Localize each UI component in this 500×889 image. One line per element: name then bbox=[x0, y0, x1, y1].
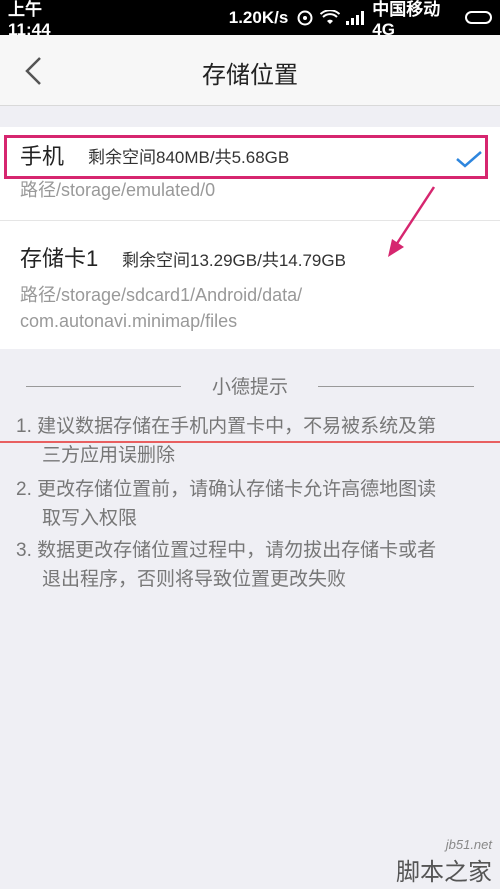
tips-header: 小德提示 bbox=[0, 372, 500, 400]
check-icon bbox=[456, 151, 482, 168]
storage-name: 存储卡1 bbox=[20, 246, 99, 271]
storage-space: 剩余空间13.29GB/共14.79GB bbox=[122, 251, 346, 270]
status-carrier: 中国移动 4G bbox=[372, 0, 441, 39]
status-right: 1.20K/s 中国移动 4G bbox=[229, 0, 492, 40]
status-network-speed: 1.20K/s bbox=[228, 7, 289, 27]
watermark-text: 脚本之家 bbox=[396, 859, 492, 886]
status-time: 上午11:44 bbox=[8, 0, 51, 39]
tip-line: 三方应用误删除 bbox=[42, 445, 176, 466]
tip-line: 取写入权限 bbox=[42, 508, 138, 529]
tip-item-2: 2. 更改存储位置前，请确认存储卡允许高德地图读 取写入权限 bbox=[16, 475, 486, 533]
sync-icon bbox=[297, 10, 313, 25]
divider-right bbox=[318, 386, 474, 387]
watermark-site: jb51.net bbox=[445, 837, 492, 852]
wifi-icon bbox=[320, 9, 341, 24]
watermark: jb51.net 脚本之家 bbox=[396, 837, 492, 887]
tip-line: 1. 建议数据存储在手机内置卡中，不易被系统及第 bbox=[16, 416, 437, 437]
storage-path-line1: 路径/storage/sdcard1/Android/data/ bbox=[20, 285, 303, 305]
annotation-underline bbox=[0, 441, 500, 443]
status-icons bbox=[296, 9, 365, 27]
tip-item-3: 3. 数据更改存储位置过程中，请勿拔出存储卡或者 退出程序，否则将导致位置更改失… bbox=[16, 536, 486, 594]
status-bar: 上午11:44 1.20K/s 中国移动 4G bbox=[0, 0, 500, 39]
signal-icon bbox=[346, 10, 365, 25]
storage-path-line2: com.autonavi.minimap/files bbox=[20, 311, 238, 331]
tip-line: 2. 更改存储位置前，请确认存储卡允许高德地图读 bbox=[16, 479, 437, 500]
page-title: 存储位置 bbox=[202, 62, 298, 89]
annotation-arrow-icon bbox=[388, 186, 436, 257]
storage-name: 手机 bbox=[20, 144, 65, 169]
tip-line: 3. 数据更改存储位置过程中，请勿拔出存储卡或者 bbox=[16, 540, 437, 561]
storage-space: 剩余空间840MB/共5.68GB bbox=[88, 148, 290, 167]
storage-path: 路径/storage/emulated/0 bbox=[20, 180, 216, 200]
top-nav-bar: 存储位置 bbox=[0, 35, 500, 106]
battery-icon bbox=[464, 11, 492, 24]
tip-line: 退出程序，否则将导致位置更改失败 bbox=[42, 569, 347, 590]
